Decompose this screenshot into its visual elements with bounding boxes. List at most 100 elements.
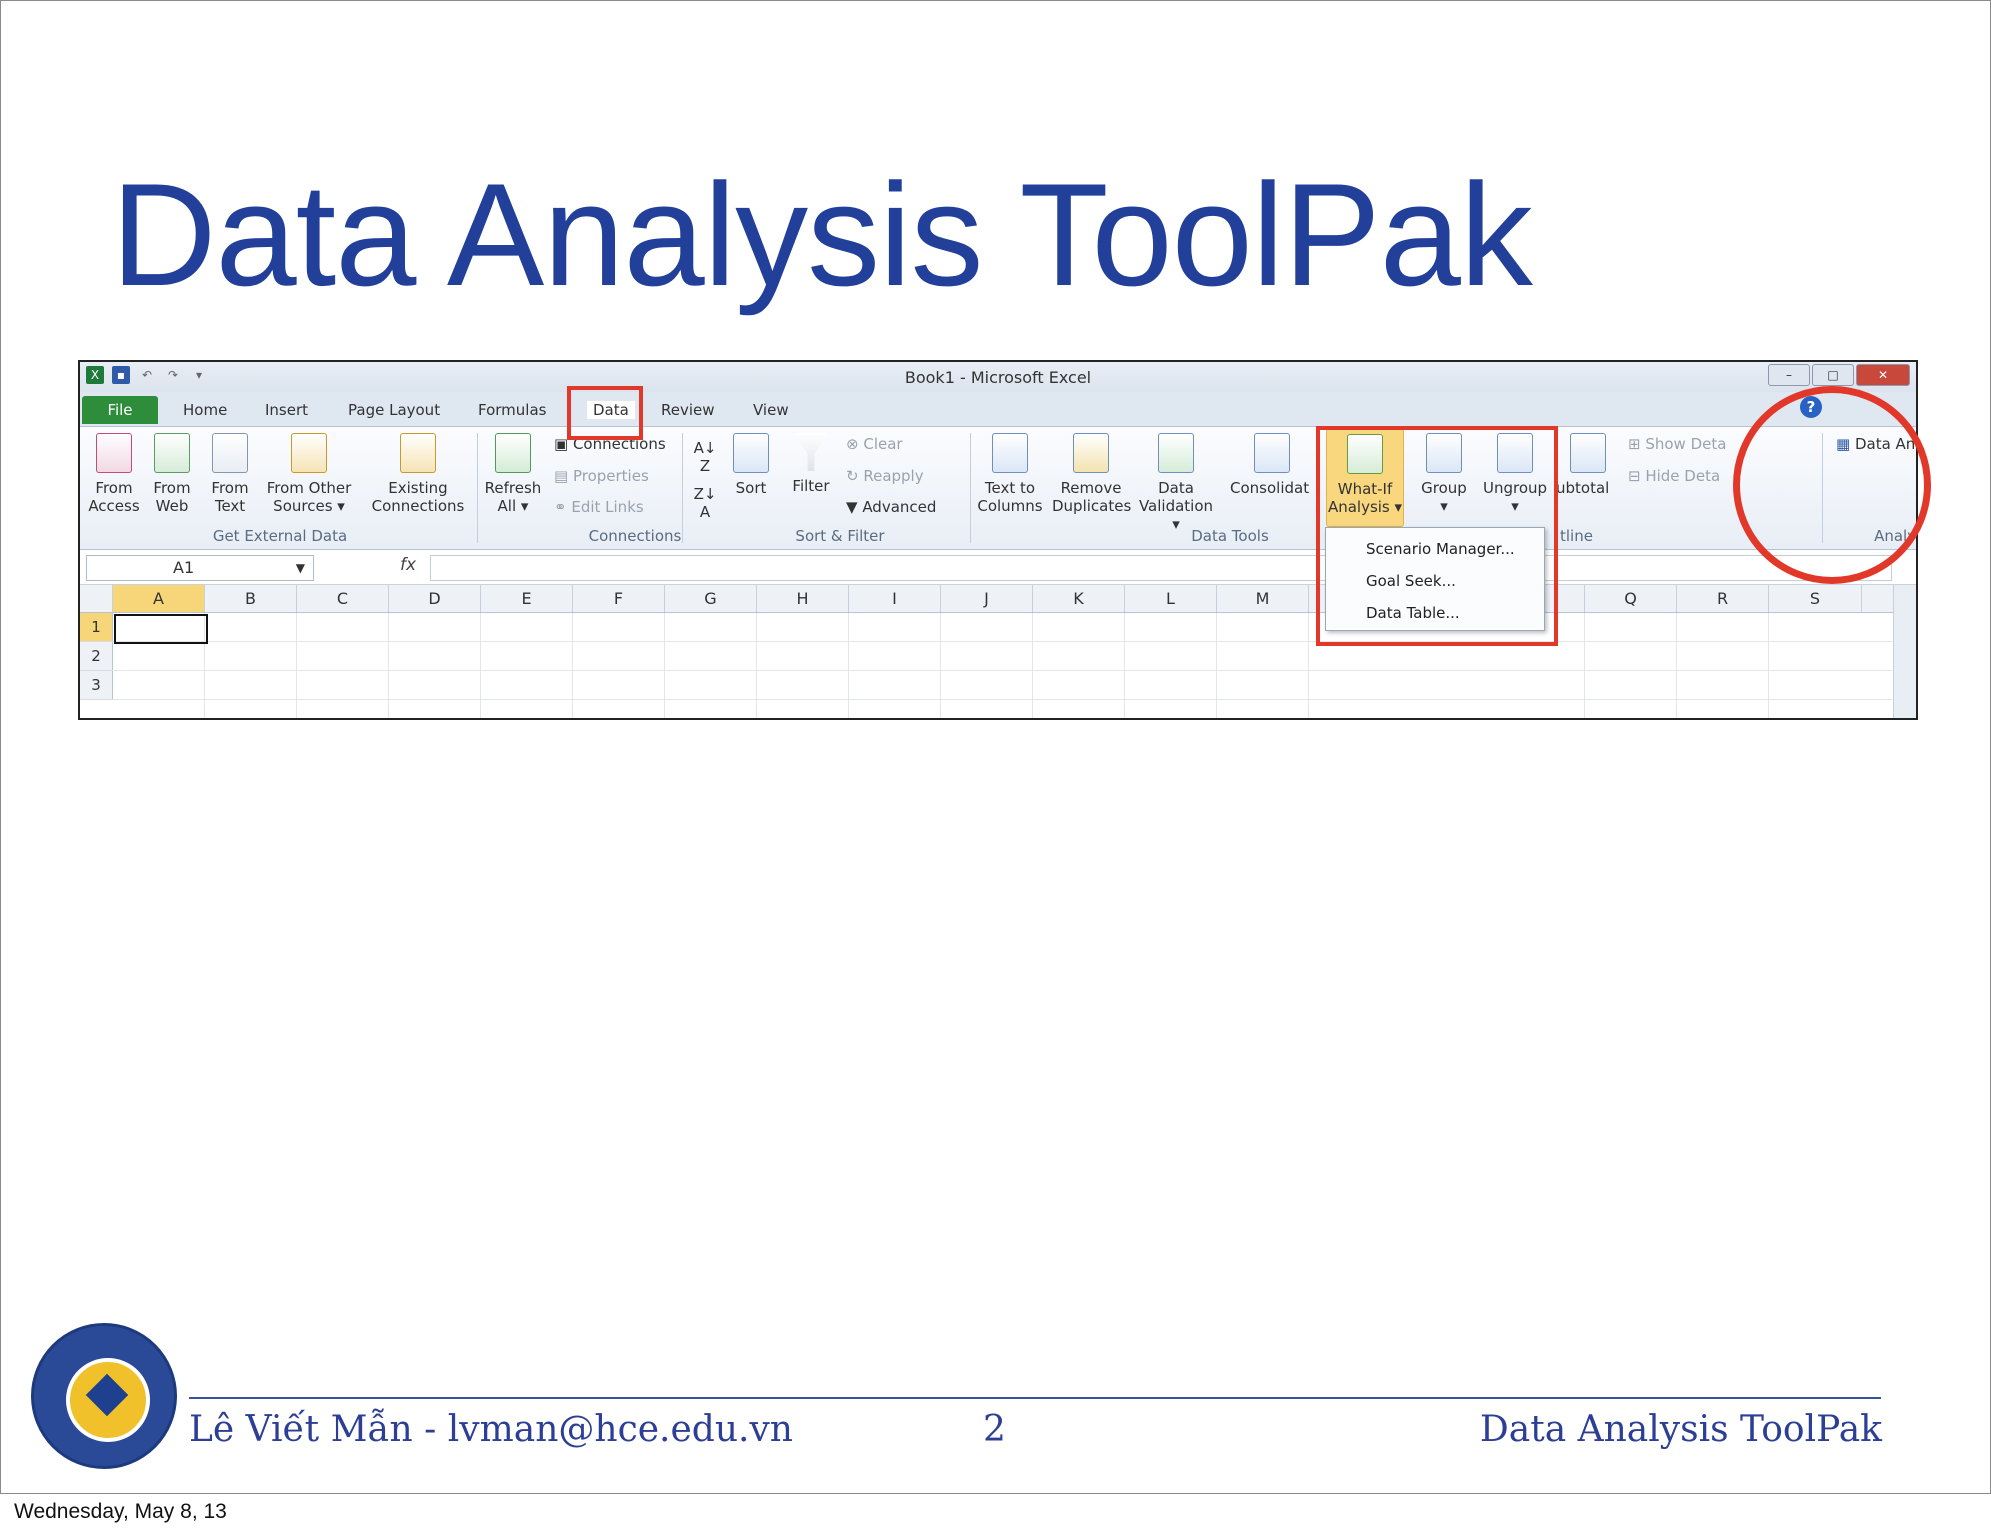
- edit-links-label: Edit Links: [571, 498, 644, 516]
- filter-label: Filter: [792, 477, 830, 495]
- from-web-button[interactable]: From Web: [146, 433, 198, 515]
- from-access-label-1: From: [95, 479, 133, 497]
- insert-function-icon[interactable]: fx: [400, 555, 416, 575]
- sort-dialog-icon: [733, 433, 769, 473]
- hide-detail-button[interactable]: ⊟ Hide Deta: [1628, 467, 1720, 485]
- text-to-columns-button[interactable]: Text to Columns: [976, 433, 1044, 515]
- sort-button[interactable]: Sort: [728, 433, 774, 497]
- footer-author-name: Lê Viết Mẫn -: [189, 1409, 448, 1450]
- advanced-button[interactable]: ▼ Advanced: [846, 498, 936, 516]
- tab-insert[interactable]: Insert: [265, 401, 308, 419]
- tab-file[interactable]: File: [82, 396, 158, 424]
- from-text-button[interactable]: From Text: [204, 433, 256, 515]
- column-header[interactable]: B: [205, 585, 297, 612]
- remove-duplicates-button[interactable]: Remove Duplicates: [1052, 433, 1131, 515]
- existing-connections-icon: [400, 433, 436, 473]
- grid-line: [112, 699, 1892, 700]
- tab-page-layout[interactable]: Page Layout: [348, 401, 440, 419]
- properties-label: Properties: [572, 467, 649, 485]
- column-header[interactable]: I: [849, 585, 941, 612]
- university-logo: [31, 1323, 177, 1469]
- sort-label: Sort: [735, 479, 767, 497]
- column-header[interactable]: Q: [1585, 585, 1677, 612]
- filter-button[interactable]: Filter: [786, 433, 836, 495]
- select-all-corner[interactable]: [80, 585, 113, 612]
- access-icon: [96, 433, 132, 473]
- name-box[interactable]: A1 ▼: [86, 555, 314, 581]
- column-header[interactable]: D: [389, 585, 481, 612]
- window-title: Book1 - Microsoft Excel: [904, 368, 1092, 387]
- grid-line: [848, 613, 849, 718]
- name-box-dropdown-icon[interactable]: ▼: [296, 556, 305, 580]
- group-connections: Connections: [588, 527, 682, 545]
- group-get-external-data: Get External Data: [212, 527, 348, 545]
- column-header[interactable]: L: [1125, 585, 1217, 612]
- refresh-label-2: All ▾: [497, 497, 529, 515]
- excel-title-bar: X ▪ ↶ ↷ ▾ Book1 - Microsoft Excel – □ ✕: [80, 362, 1916, 392]
- from-access-button[interactable]: From Access: [86, 433, 142, 515]
- refresh-all-button[interactable]: Refresh All ▾: [482, 433, 544, 515]
- print-date: Wednesday, May 8, 13: [14, 1500, 227, 1523]
- ribbon-tabs: File Home Insert Page Layout Formulas Da…: [80, 392, 1916, 427]
- column-header[interactable]: R: [1677, 585, 1769, 612]
- column-header[interactable]: F: [573, 585, 665, 612]
- tab-view[interactable]: View: [753, 401, 789, 419]
- sort-desc-button[interactable]: Z↓ A: [690, 485, 720, 521]
- footer-email-link[interactable]: lvman@hce.edu.vn: [448, 1409, 793, 1450]
- ribbon: From Access From Web From Text From Othe…: [80, 427, 1916, 550]
- reapply-label: Reapply: [863, 467, 924, 485]
- existing-label-1: Existing: [388, 479, 448, 497]
- close-button[interactable]: ✕: [1856, 364, 1910, 386]
- tab-home[interactable]: Home: [183, 401, 227, 419]
- data-validation-button[interactable]: Data Validation ▾: [1134, 433, 1218, 533]
- web-globe-icon: [154, 433, 190, 473]
- vertical-scrollbar[interactable]: [1893, 585, 1916, 718]
- from-access-label-2: Access: [88, 497, 140, 515]
- refresh-icon: [495, 433, 531, 473]
- existing-connections-button[interactable]: Existing Connections: [370, 433, 466, 515]
- subtotal-button[interactable]: ubtotal: [1556, 433, 1620, 497]
- tab-review[interactable]: Review: [661, 401, 715, 419]
- column-header[interactable]: M: [1217, 585, 1309, 612]
- active-cell-a1[interactable]: [114, 614, 208, 644]
- grid-line: [940, 613, 941, 718]
- row-header[interactable]: 2: [80, 642, 113, 671]
- from-web-label-2: Web: [155, 497, 189, 515]
- column-header[interactable]: E: [481, 585, 573, 612]
- maximize-button[interactable]: □: [1812, 364, 1854, 386]
- clear-button[interactable]: ⊗ Clear: [846, 435, 903, 453]
- advanced-label: Advanced: [862, 498, 937, 516]
- reapply-button[interactable]: ↻ Reapply: [846, 467, 924, 485]
- column-header[interactable]: C: [297, 585, 389, 612]
- minimize-button[interactable]: –: [1768, 364, 1810, 386]
- consolidate-button[interactable]: Consolidat: [1230, 433, 1310, 497]
- footer-page-number: 2: [983, 1409, 1006, 1450]
- row-header[interactable]: 3: [80, 671, 113, 700]
- column-header[interactable]: H: [757, 585, 849, 612]
- tab-formulas[interactable]: Formulas: [478, 401, 546, 419]
- column-header[interactable]: J: [941, 585, 1033, 612]
- sort-asc-button[interactable]: A↓ Z: [690, 439, 720, 475]
- advanced-icon: ▼: [846, 498, 863, 516]
- edit-links-icon: ⚭: [554, 498, 572, 516]
- excel-screenshot: X ▪ ↶ ↷ ▾ Book1 - Microsoft Excel – □ ✕ …: [78, 360, 1918, 720]
- column-headers: A B C D E F G H I J K L M Q R S: [80, 585, 1916, 613]
- formula-input[interactable]: [430, 555, 1892, 581]
- edit-links-button[interactable]: ⚭ Edit Links: [554, 498, 644, 516]
- column-header[interactable]: G: [665, 585, 757, 612]
- grid-line: [1216, 613, 1217, 718]
- from-web-label-1: From: [153, 479, 191, 497]
- highlight-data-tab: [567, 386, 643, 440]
- clear-label: Clear: [863, 435, 903, 453]
- row-header[interactable]: 1: [80, 613, 113, 642]
- column-header[interactable]: K: [1033, 585, 1125, 612]
- column-header[interactable]: A: [113, 585, 205, 612]
- show-detail-button[interactable]: ⊞ Show Deta: [1628, 435, 1726, 453]
- properties-button[interactable]: ▤ Properties: [554, 467, 649, 485]
- separator: [970, 433, 971, 543]
- sort-z-a-icon: Z↓ A: [693, 485, 717, 521]
- refresh-label-1: Refresh: [484, 479, 542, 497]
- grid-line: [664, 613, 665, 718]
- column-header[interactable]: S: [1769, 585, 1862, 612]
- from-other-sources-button[interactable]: From Other Sources ▾: [264, 433, 354, 515]
